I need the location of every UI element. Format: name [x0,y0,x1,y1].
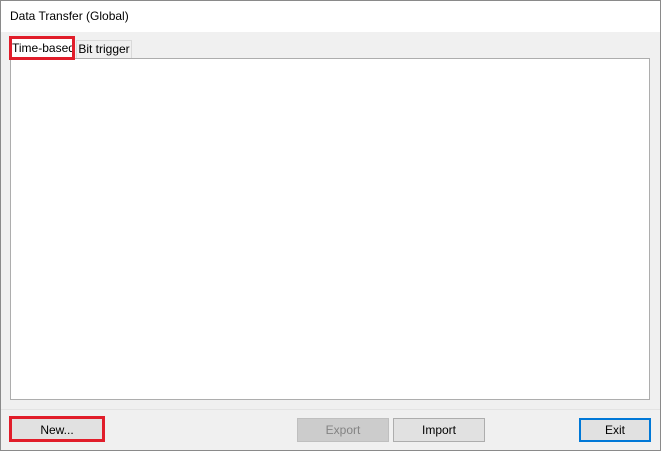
footer-divider [1,409,660,410]
title-bar: Data Transfer (Global) [1,1,660,32]
tab-bit-trigger[interactable]: Bit trigger [76,40,132,59]
tab-content-panel [10,58,650,400]
tab-time-based[interactable]: Time-based [11,38,75,59]
exit-button[interactable]: Exit [579,418,651,442]
export-button[interactable]: Export [297,418,389,442]
new-button[interactable]: New... [11,418,103,442]
window-title: Data Transfer (Global) [10,9,129,23]
data-transfer-window: Data Transfer (Global) Time-based Bit tr… [0,0,661,451]
import-button[interactable]: Import [393,418,485,442]
